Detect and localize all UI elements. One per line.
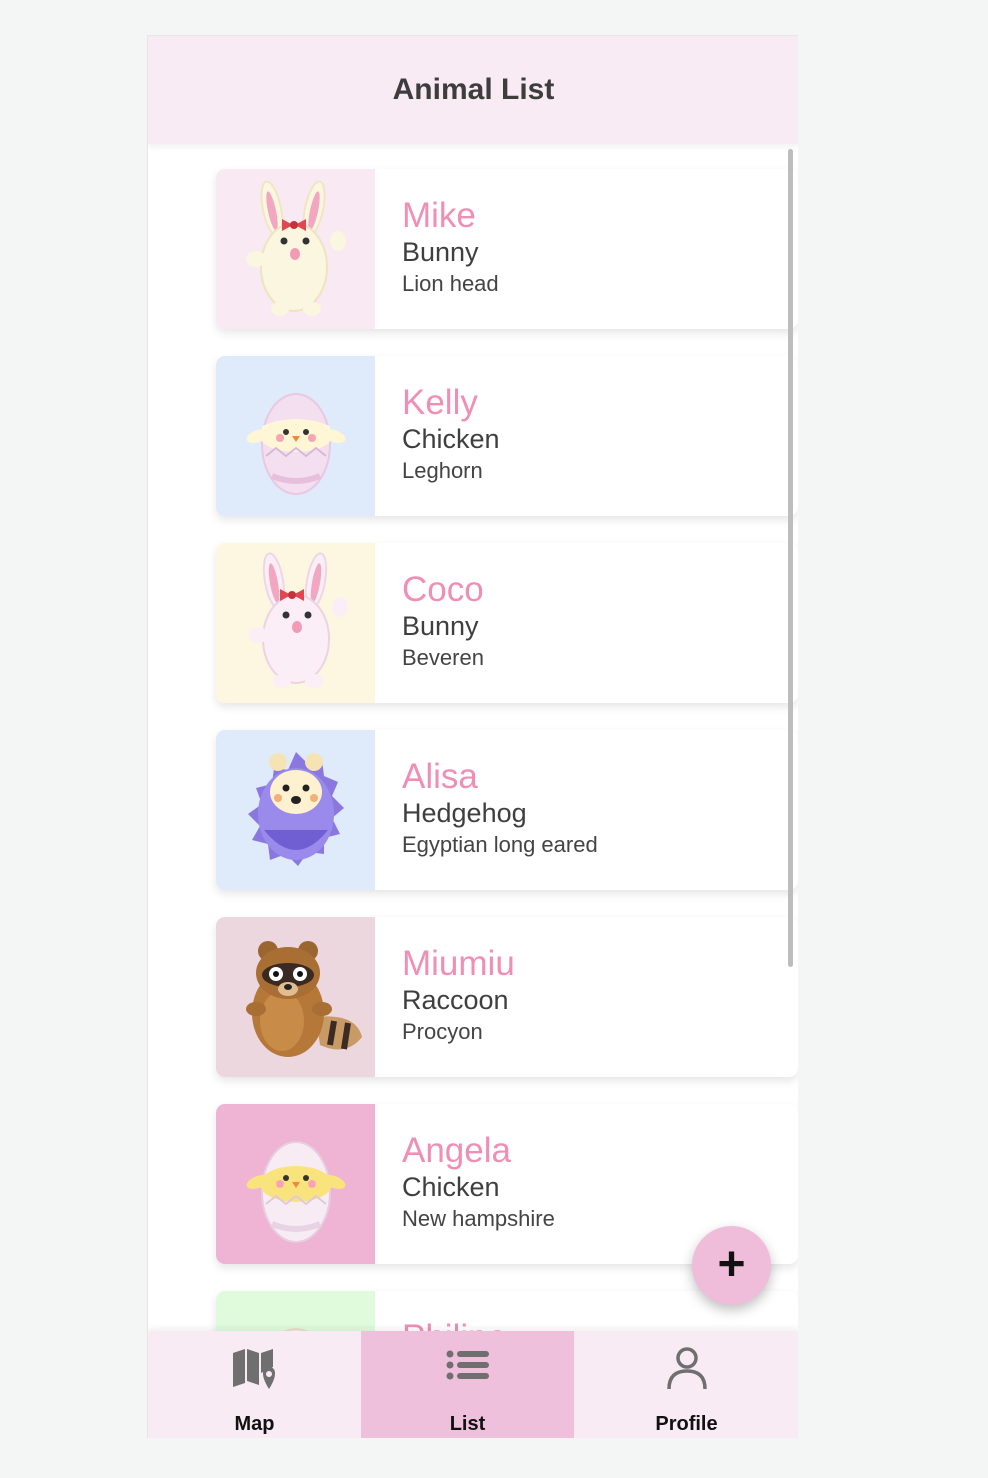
animal-info: Miumiu Raccoon Procyon <box>402 945 515 1047</box>
bunny-icon <box>248 552 348 688</box>
list-icon <box>446 1350 489 1380</box>
chick-in-egg-icon <box>246 393 346 495</box>
animal-info: Alisa Hedgehog Egyptian long eared <box>402 758 598 860</box>
animal-thumbnail <box>216 543 375 703</box>
animal-species: Chicken <box>402 1172 500 1202</box>
animal-name: Angela <box>402 1131 511 1170</box>
animal-breed: Egyptian long eared <box>402 832 598 857</box>
nav-label: List <box>449 1413 486 1435</box>
animal-card[interactable]: Mike Bunny Lion head <box>216 169 798 329</box>
nav-label: Profile <box>655 1413 718 1435</box>
app-screen: Animal List Mike Bunny Lion head Kelly C… <box>147 35 798 1438</box>
chick-in-egg-icon <box>246 1141 346 1243</box>
animal-thumbnail <box>216 1291 375 1331</box>
animal-info: Kelly Chicken Leghorn <box>402 384 500 486</box>
animal-breed: New hampshire <box>402 1206 555 1231</box>
animal-list[interactable]: Mike Bunny Lion head Kelly Chicken Legho… <box>148 144 798 1331</box>
list-scrollbar[interactable] <box>788 149 793 967</box>
animal-thumbnail <box>216 356 375 516</box>
animal-info: Mike Bunny Lion head <box>402 197 499 299</box>
animal-thumbnail <box>216 730 375 890</box>
animal-breed: Procyon <box>402 1019 483 1044</box>
bottom-navigation: Map List Profile <box>148 1331 798 1438</box>
map-icon <box>232 1349 275 1389</box>
animal-card[interactable]: Alisa Hedgehog Egyptian long eared <box>216 730 798 890</box>
profile-icon <box>666 1347 707 1390</box>
hedgehog-icon <box>248 752 344 866</box>
nav-item-list[interactable]: List <box>361 1331 574 1438</box>
animal-name: Mike <box>402 196 476 235</box>
chick-in-egg-icon <box>284 1328 308 1331</box>
animal-species: Hedgehog <box>402 798 527 828</box>
animal-breed: Lion head <box>402 271 499 296</box>
animal-info: Coco Bunny Beveren <box>402 571 484 673</box>
nav-item-profile[interactable]: Profile <box>574 1331 798 1438</box>
animal-species: Raccoon <box>402 985 509 1015</box>
animal-name: Miumiu <box>402 944 515 983</box>
animal-name: Philipo <box>402 1319 507 1332</box>
nav-item-map[interactable]: Map <box>148 1331 361 1438</box>
add-animal-button[interactable]: + <box>692 1226 771 1305</box>
bunny-icon <box>246 180 346 316</box>
animal-card[interactable]: Miumiu Raccoon Procyon <box>216 917 798 1077</box>
page-title: Animal List <box>392 73 555 106</box>
animal-name: Alisa <box>402 757 478 796</box>
nav-label: Map <box>234 1413 275 1435</box>
animal-info: Philipo <box>402 1319 507 1332</box>
animal-species: Bunny <box>402 611 479 641</box>
animal-breed: Beveren <box>402 645 484 670</box>
plus-icon: + <box>717 1238 746 1291</box>
animal-name: Kelly <box>402 383 478 422</box>
animal-breed: Leghorn <box>402 458 483 483</box>
animal-thumbnail <box>216 169 375 329</box>
animal-species: Chicken <box>402 424 500 454</box>
app-bar: Animal List <box>148 36 798 144</box>
animal-card[interactable]: Kelly Chicken Leghorn <box>216 356 798 516</box>
animal-name: Coco <box>402 570 484 609</box>
animal-info: Angela Chicken New hampshire <box>402 1132 555 1234</box>
animal-thumbnail <box>216 1104 375 1264</box>
animal-thumbnail <box>216 917 375 1077</box>
raccoon-icon <box>246 941 362 1057</box>
animal-card[interactable]: Coco Bunny Beveren <box>216 543 798 703</box>
animal-species: Bunny <box>402 237 479 267</box>
